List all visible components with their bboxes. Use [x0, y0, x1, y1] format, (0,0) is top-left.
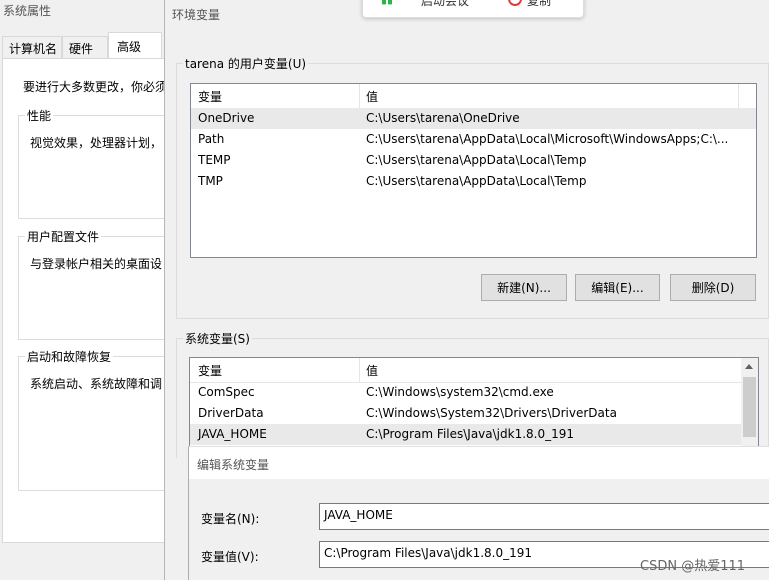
user-vars-list[interactable]: 变量 值 OneDrive C:\Users\tarena\OneDrive P…: [190, 83, 757, 258]
sys-var-value: C:\Program Files\Java\jdk1.8.0_191: [366, 427, 575, 441]
col-value-header[interactable]: 值: [366, 88, 378, 105]
user-var-value: C:\Users\tarena\AppData\Local\Temp: [366, 174, 587, 188]
col-separator: [359, 358, 360, 382]
user-vars-header: 变量 值: [191, 84, 756, 109]
startup-desc: 系统启动、系统故障和调: [30, 377, 163, 391]
sys-vars-label: 系统变量(S): [183, 330, 252, 347]
sysprops-title: 系统属性: [3, 4, 52, 18]
col-separator-end: [738, 84, 739, 108]
tab-advanced-label: 高级: [117, 40, 142, 54]
performance-label: 性能: [25, 107, 54, 124]
tab-panel: 要进行大多数更改，你必须 性能 视觉效果，处理器计划， 用户配置文件 与登录帐户…: [2, 58, 178, 543]
variable-value-label: 变量值(V):: [201, 550, 259, 564]
sys-vars-list[interactable]: 变量 值 ComSpec C:\Windows\system32\cmd.exe…: [189, 357, 759, 457]
env-title: 环境变量: [172, 8, 221, 22]
edit-dialog-titlebar[interactable]: 编辑系统变量: [189, 447, 769, 479]
user-var-value: C:\Users\tarena\OneDrive: [366, 111, 520, 125]
user-var-value: C:\Users\tarena\AppData\Local\Temp: [366, 153, 587, 167]
signal-icon: ▮▮: [381, 0, 393, 6]
col-variable-header[interactable]: 变量: [198, 88, 222, 105]
meeting-start-label[interactable]: 启动会议: [421, 0, 469, 9]
user-var-row[interactable]: TMP C:\Users\tarena\AppData\Local\Temp: [191, 171, 756, 192]
user-var-name: TEMP: [198, 153, 231, 167]
user-var-value: C:\Users\tarena\AppData\Local\Microsoft\…: [366, 132, 729, 146]
col-separator: [359, 84, 360, 108]
sys-var-value: C:\Windows\System32\Drivers\DriverData: [366, 406, 617, 420]
startup-label: 启动和故障恢复: [25, 348, 114, 365]
scroll-thumb[interactable]: [743, 377, 756, 437]
col-value-header[interactable]: 值: [366, 362, 378, 379]
new-button[interactable]: 新建(N)...: [481, 274, 567, 301]
copy-label[interactable]: 复制: [527, 0, 551, 9]
system-properties-window: 系统属性 计算机名 硬件 高级 要进行大多数更改，你必须 性能 视觉效果，处理器…: [0, 0, 178, 580]
tab-hardware[interactable]: 硬件: [62, 36, 108, 58]
profile-label: 用户配置文件: [25, 228, 102, 245]
sys-var-row[interactable]: ComSpec C:\Windows\system32\cmd.exe: [190, 382, 758, 403]
tab-computer-name[interactable]: 计算机名: [2, 36, 62, 58]
sys-var-row[interactable]: JAVA_HOME C:\Program Files\Java\jdk1.8.0…: [190, 424, 758, 445]
performance-desc: 视觉效果，处理器计划，: [30, 136, 163, 150]
user-var-row[interactable]: OneDrive C:\Users\tarena\OneDrive: [191, 108, 756, 129]
variable-name-label: 变量名(N):: [201, 512, 260, 526]
intro-text: 要进行大多数更改，你必须: [23, 80, 168, 94]
sys-vars-scrollbar[interactable]: [741, 358, 758, 456]
edit-button[interactable]: 编辑(E)...: [575, 274, 660, 301]
record-icon: [508, 0, 522, 6]
performance-group: 性能 视觉效果，处理器计划，: [18, 107, 178, 219]
edit-dialog-title: 编辑系统变量: [197, 458, 270, 472]
profile-group: 用户配置文件 与登录帐户相关的桌面设: [18, 228, 178, 340]
col-variable-header[interactable]: 变量: [198, 362, 222, 379]
user-var-name: TMP: [198, 174, 223, 188]
sys-var-name: ComSpec: [198, 385, 255, 399]
variable-name-input[interactable]: JAVA_HOME: [319, 503, 769, 530]
sys-var-name: DriverData: [198, 406, 264, 420]
user-var-row[interactable]: TEMP C:\Users\tarena\AppData\Local\Temp: [191, 150, 756, 171]
meeting-toast: ▮▮ 启动会议 复制: [362, 0, 584, 18]
user-vars-label: tarena 的用户变量(U): [183, 55, 309, 72]
sys-var-value: C:\Windows\system32\cmd.exe: [366, 385, 554, 399]
csdn-watermark: CSDN @热爱111: [640, 559, 746, 574]
profile-desc: 与登录帐户相关的桌面设: [30, 257, 163, 271]
startup-group: 启动和故障恢复 系统启动、系统故障和调: [18, 348, 178, 491]
user-var-name: OneDrive: [198, 111, 255, 125]
user-var-row[interactable]: Path C:\Users\tarena\AppData\Local\Micro…: [191, 129, 756, 150]
delete-button[interactable]: 删除(D): [670, 274, 756, 301]
scroll-up-arrow-icon[interactable]: [745, 364, 753, 369]
tab-hardware-label: 硬件: [69, 42, 94, 56]
tab-computer-name-label: 计算机名: [9, 42, 58, 56]
sys-vars-header: 变量 值: [190, 358, 758, 383]
sys-var-name: JAVA_HOME: [198, 427, 267, 441]
user-var-name: Path: [198, 132, 225, 146]
sys-var-row[interactable]: DriverData C:\Windows\System32\Drivers\D…: [190, 403, 758, 424]
tab-advanced[interactable]: 高级: [108, 32, 162, 59]
